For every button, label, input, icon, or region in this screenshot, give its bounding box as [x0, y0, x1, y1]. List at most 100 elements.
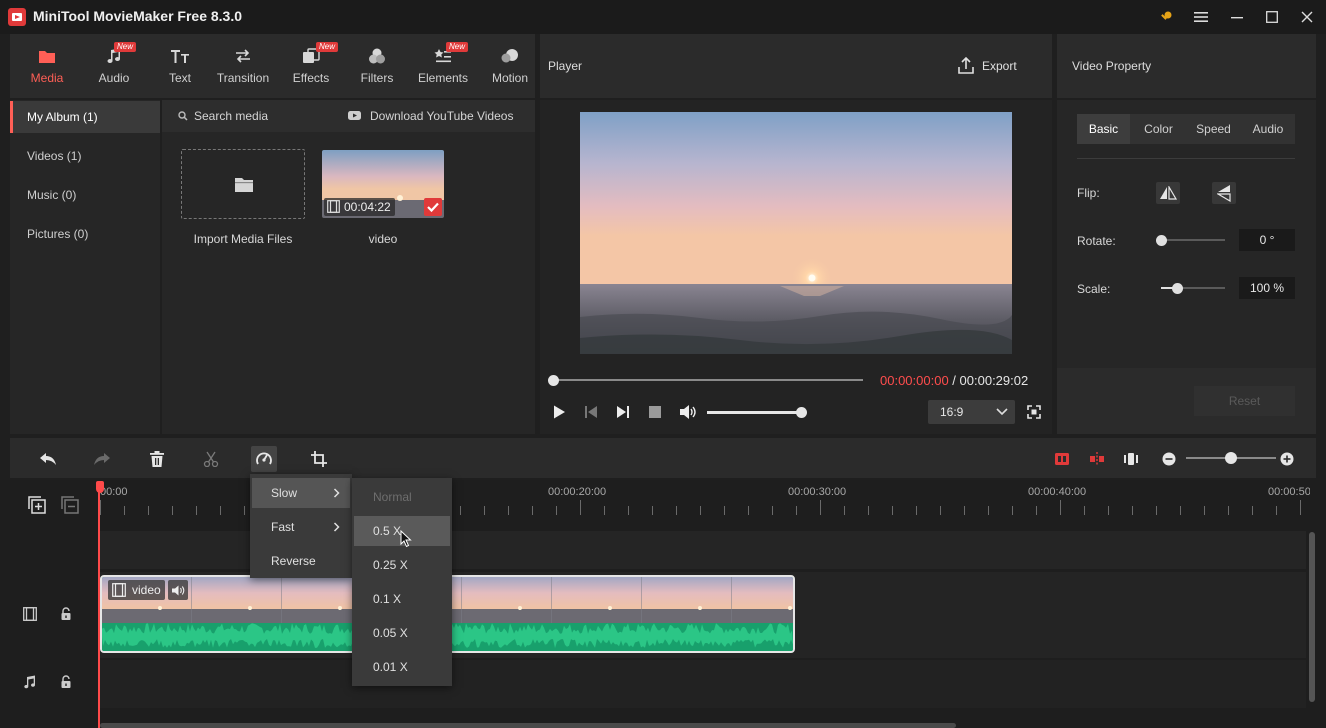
timeline-toolbar: [10, 438, 1316, 478]
tab-basic[interactable]: Basic: [1077, 114, 1130, 144]
volume-icon[interactable]: [679, 404, 697, 420]
lock-icon[interactable]: [60, 675, 72, 689]
album-pictures[interactable]: Pictures (0): [10, 218, 160, 250]
previous-frame-button[interactable]: [583, 404, 599, 420]
zoom-handle[interactable]: [1225, 452, 1237, 464]
next-frame-button[interactable]: [615, 404, 631, 420]
tab-motion[interactable]: Motion: [489, 34, 531, 98]
maximize-button[interactable]: [1261, 6, 1283, 28]
volume-slider[interactable]: [707, 411, 801, 414]
clip-audio-icon[interactable]: [168, 580, 188, 600]
lock-icon[interactable]: [60, 607, 72, 621]
flip-horizontal-button[interactable]: [1156, 182, 1180, 204]
export-label: Export: [982, 59, 1017, 73]
seek-handle[interactable]: [548, 375, 559, 386]
add-track-icon[interactable]: [28, 496, 46, 514]
zoom-in-icon[interactable]: [1274, 446, 1300, 472]
playhead-handle[interactable]: [96, 481, 104, 493]
volume-handle[interactable]: [795, 407, 807, 418]
ruler-label: 00:00:30:00: [788, 486, 847, 498]
search-media-input[interactable]: Search media: [194, 109, 268, 123]
rotate-handle[interactable]: [1155, 235, 1167, 246]
menu-icon[interactable]: [1190, 6, 1212, 28]
tab-text[interactable]: Text: [162, 34, 198, 98]
key-icon[interactable]: [1155, 6, 1177, 28]
motion-icon: [501, 47, 519, 65]
flip-vertical-button[interactable]: [1212, 182, 1236, 204]
remove-track-icon[interactable]: [61, 496, 79, 514]
check-icon: [424, 198, 442, 216]
aspect-ratio-select[interactable]: 16:9: [928, 400, 1015, 424]
time-display: 00:00:00:00 / 00:00:29:02: [880, 373, 1028, 388]
tab-audio[interactable]: Audio: [1241, 114, 1295, 144]
tab-audio[interactable]: New Audio: [94, 34, 136, 98]
split-icon[interactable]: [198, 446, 224, 472]
delete-icon[interactable]: [144, 446, 170, 472]
scale-handle[interactable]: [1171, 283, 1183, 294]
split-track-icon[interactable]: [1084, 446, 1110, 472]
flip-label: Flip:: [1077, 186, 1100, 200]
snap-icon[interactable]: [1049, 446, 1075, 472]
property-header: Video Property: [1057, 34, 1316, 98]
filters-icon: [368, 47, 386, 65]
vertical-scrollbar[interactable]: [1309, 532, 1315, 702]
tab-speed[interactable]: Speed: [1187, 114, 1240, 144]
minimize-button[interactable]: [1226, 6, 1248, 28]
rotate-slider[interactable]: [1161, 239, 1225, 241]
video-preview[interactable]: [580, 112, 1012, 354]
export-button[interactable]: Export: [956, 56, 1040, 76]
download-youtube-button[interactable]: Download YouTube Videos: [348, 109, 528, 125]
scale-slider[interactable]: [1161, 287, 1225, 289]
seek-bar[interactable]: [553, 379, 863, 381]
album-my-album[interactable]: My Album (1): [10, 101, 160, 133]
crop-icon[interactable]: [306, 446, 332, 472]
submenu-item-0-1x[interactable]: 0.1 X: [354, 584, 450, 614]
new-badge: New: [113, 42, 136, 52]
tab-color[interactable]: Color: [1132, 114, 1185, 144]
horizontal-scrollbar[interactable]: [100, 723, 956, 728]
fit-timeline-icon[interactable]: [1118, 446, 1144, 472]
total-time: 00:00:29:02: [959, 373, 1029, 388]
property-tabs: Basic Color Speed Audio: [1077, 114, 1295, 144]
mouse-cursor-icon: [400, 530, 412, 548]
fullscreen-icon[interactable]: [1027, 405, 1041, 419]
tab-filters[interactable]: Filters: [358, 34, 396, 98]
tab-transition[interactable]: Transition: [213, 34, 273, 98]
flip-vertical-icon: [1217, 185, 1231, 202]
undo-icon[interactable]: [35, 446, 61, 472]
scale-value[interactable]: 100 %: [1239, 277, 1295, 299]
album-videos[interactable]: Videos (1): [10, 140, 160, 172]
menu-item-reverse[interactable]: Reverse: [252, 546, 350, 576]
speed-icon[interactable]: [251, 446, 277, 472]
tab-label: Text: [168, 71, 191, 85]
zoom-out-icon[interactable]: [1156, 446, 1182, 472]
import-media-label: Import Media Files: [193, 232, 293, 246]
ruler-label: 00:00:40:00: [1028, 486, 1087, 498]
music-track-icon: [23, 675, 37, 689]
reset-button[interactable]: Reset: [1194, 386, 1295, 416]
tab-elements[interactable]: New Elements: [415, 34, 471, 98]
menu-item-slow[interactable]: Slow: [252, 478, 350, 508]
submenu-item-normal[interactable]: Normal: [354, 482, 450, 512]
play-button[interactable]: [551, 404, 567, 420]
app-logo-icon: [8, 8, 26, 26]
audio-track[interactable]: [100, 660, 1306, 708]
menu-item-fast[interactable]: Fast: [252, 512, 350, 542]
rotate-value[interactable]: 0 °: [1239, 229, 1295, 251]
download-label: Download YouTube Videos: [370, 109, 514, 123]
tab-effects[interactable]: New Effects: [290, 34, 338, 98]
album-music[interactable]: Music (0): [10, 179, 160, 211]
close-button[interactable]: [1296, 6, 1318, 28]
submenu-item-0-05x[interactable]: 0.05 X: [354, 618, 450, 648]
ruler-label: 00:00: [100, 486, 128, 498]
playhead[interactable]: [98, 482, 100, 728]
media-thumbnail[interactable]: 00:04:22: [322, 150, 444, 218]
submenu-item-0-25x[interactable]: 0.25 X: [354, 550, 450, 580]
redo-icon[interactable]: [89, 446, 115, 472]
import-media-button[interactable]: [181, 149, 305, 219]
tab-media[interactable]: Media: [26, 34, 68, 98]
submenu-item-0-01x[interactable]: 0.01 X: [354, 652, 450, 682]
tab-label: Filters: [360, 71, 394, 85]
tool-tabs: Media New Audio Text Transition New Effe…: [10, 34, 535, 98]
stop-button[interactable]: [648, 405, 662, 419]
